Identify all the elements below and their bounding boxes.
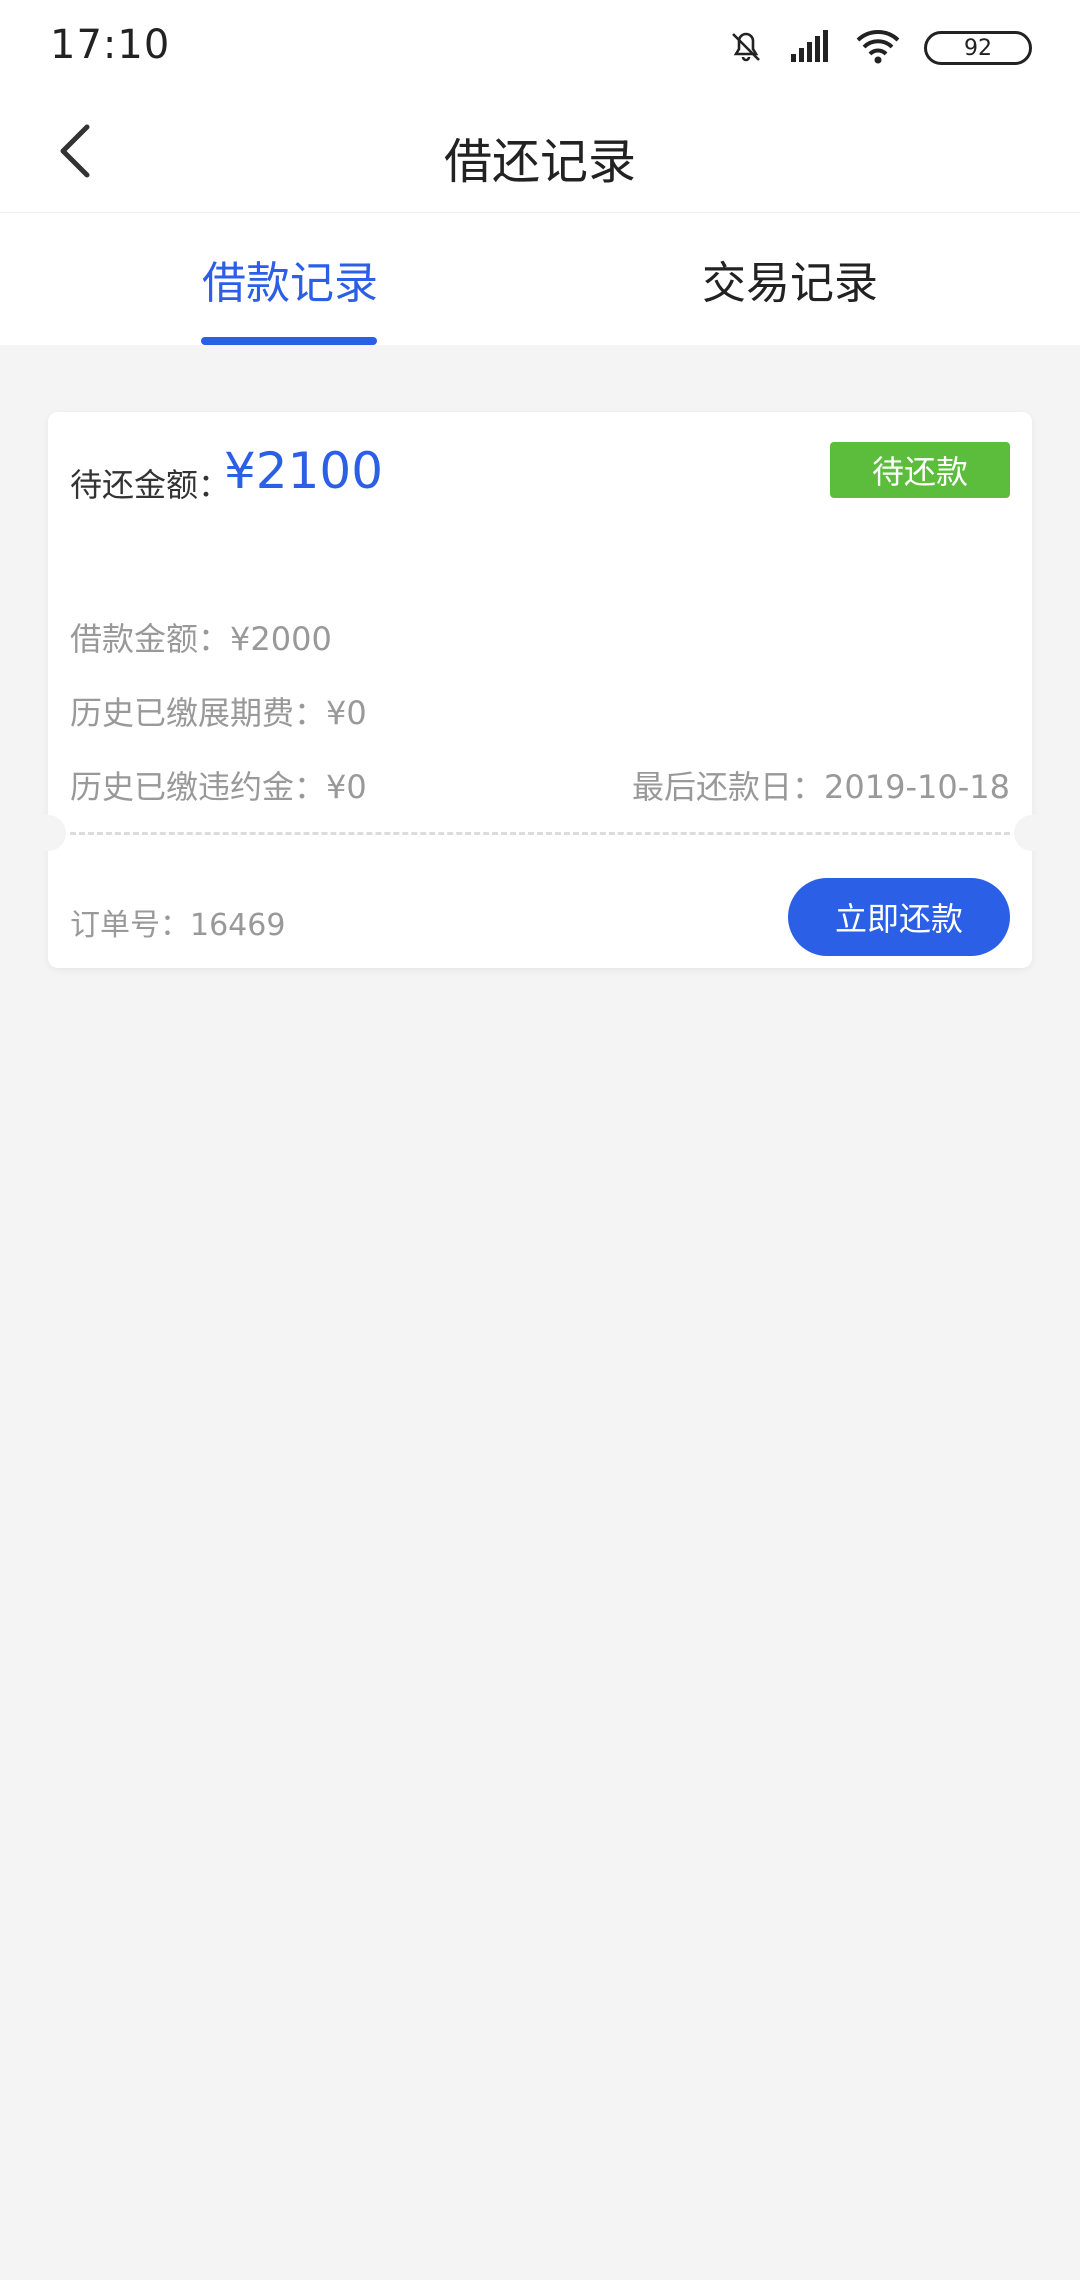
- tab-active-indicator: [201, 337, 377, 345]
- status-badge: 待还款: [830, 442, 1010, 498]
- loan-card[interactable]: 待还金额： ¥2100 待还款 借款金额：¥2000 历史已缴展期费：¥0 历史…: [30, 412, 1050, 968]
- loan-amount: 借款金额：¥2000: [70, 620, 332, 658]
- page-title: 借还记录: [443, 134, 636, 190]
- penalty-fee: 历史已缴违约金：¥0: [70, 768, 367, 806]
- due-date: 最后还款日：2019-10-18: [632, 768, 1010, 806]
- status-icons: 92: [726, 26, 1032, 70]
- status-time: 17:10: [50, 22, 171, 68]
- ticket-notch-left: [30, 815, 66, 851]
- ticket-notch-right: [1014, 815, 1050, 851]
- amount-due-value: ¥2100: [224, 442, 384, 500]
- amount-due-label: 待还金额：: [70, 466, 231, 504]
- wifi-icon: [856, 28, 900, 68]
- order-number: 订单号：16469: [70, 908, 286, 943]
- dashed-divider: [70, 832, 1010, 835]
- repay-now-button[interactable]: 立即还款: [788, 878, 1010, 956]
- tab-transaction-records[interactable]: 交易记录: [520, 213, 1060, 345]
- battery-icon: 92: [924, 31, 1032, 65]
- tab-loan-records[interactable]: 借款记录: [20, 213, 560, 345]
- signal-icon: [790, 28, 832, 68]
- extension-fee: 历史已缴展期费：¥0: [70, 694, 367, 732]
- tab-bar: 借款记录 交易记录: [0, 213, 1080, 345]
- status-bar: 17:10 92: [0, 0, 1080, 96]
- nav-bar: 借还记录: [0, 96, 1080, 213]
- bell-muted-icon: [726, 26, 766, 70]
